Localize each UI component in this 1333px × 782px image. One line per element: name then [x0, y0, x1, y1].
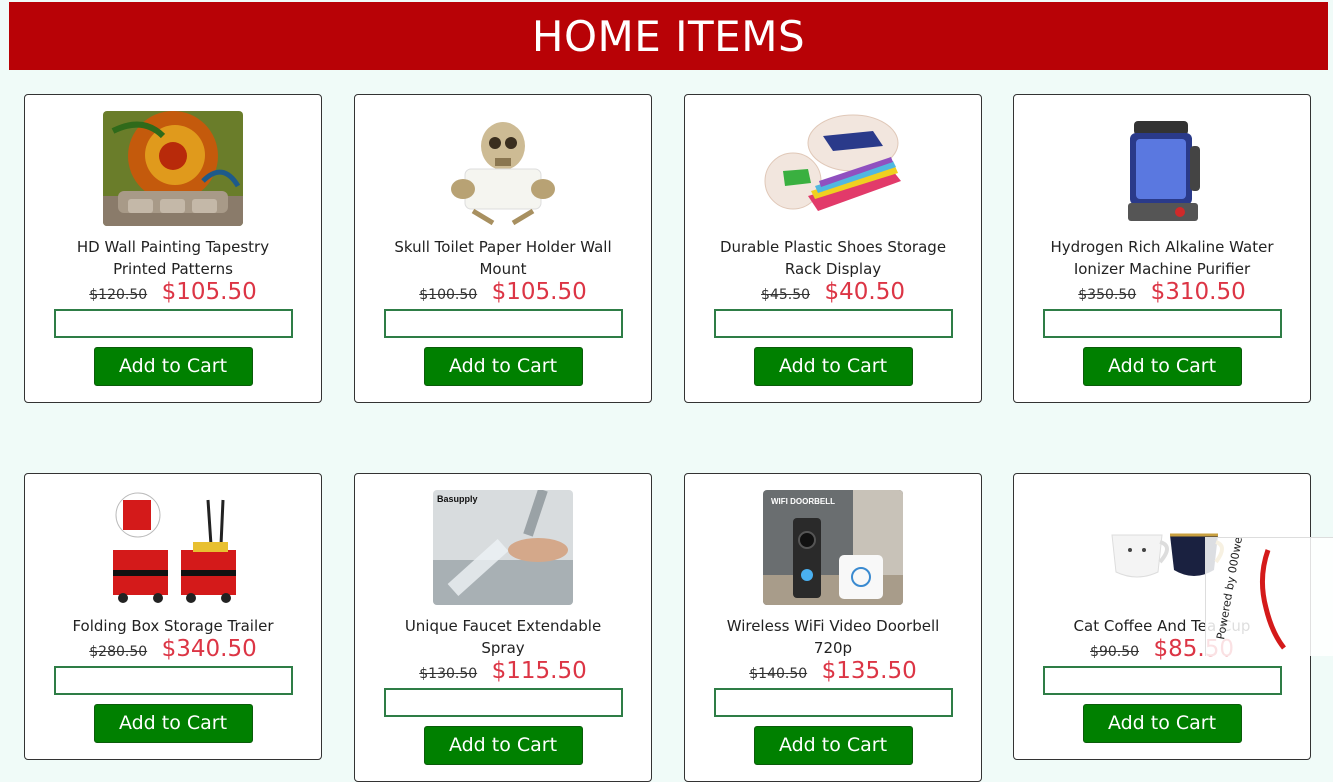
product-name[interactable]: Folding Box Storage Trailer	[53, 615, 293, 637]
faucet-image[interactable]: Basupply	[433, 490, 573, 605]
watermark-text: Powered by 000webhost	[1214, 538, 1250, 641]
add-to-cart-button[interactable]: Add to Cart	[423, 726, 583, 765]
water-ionizer-image[interactable]	[1092, 111, 1232, 226]
page-title: HOME ITEMS	[531, 11, 806, 61]
add-to-cart-button[interactable]: Add to Cart	[1082, 704, 1242, 743]
sale-price: $340.50	[161, 636, 257, 662]
quantity-input[interactable]	[1042, 666, 1282, 695]
old-price: $140.50	[749, 666, 808, 682]
product-name[interactable]: Hydrogen Rich Alkaline Water Ionizer Mac…	[1042, 236, 1282, 280]
quantity-input[interactable]	[713, 309, 953, 338]
hosting-watermark[interactable]: Powered by 000webhost	[1205, 505, 1333, 656]
sale-price: $135.50	[821, 658, 917, 684]
add-to-cart-button[interactable]: Add to Cart	[93, 704, 253, 743]
doorbell-image[interactable]: WIFI DOORBELL	[763, 490, 903, 605]
product-card: Folding Box Storage Trailer $280.50 $340…	[24, 473, 322, 760]
old-price: $350.50	[1078, 287, 1137, 303]
quantity-input[interactable]	[383, 688, 623, 717]
product-name[interactable]: Unique Faucet Extendable Spray	[383, 615, 623, 659]
product-name[interactable]: HD Wall Painting Tapestry Printed Patter…	[53, 236, 293, 280]
quantity-input[interactable]	[53, 666, 293, 695]
quantity-input[interactable]	[713, 688, 953, 717]
skull-holder-image[interactable]	[433, 111, 573, 226]
product-name[interactable]: Skull Toilet Paper Holder Wall Mount	[383, 236, 623, 280]
old-price: $120.50	[89, 287, 148, 303]
quantity-input[interactable]	[53, 309, 293, 338]
product-card: HD Wall Painting Tapestry Printed Patter…	[24, 94, 322, 403]
add-to-cart-button[interactable]: Add to Cart	[753, 347, 913, 386]
quantity-input[interactable]	[1042, 309, 1282, 338]
old-price: $280.50	[89, 644, 148, 660]
old-price: $45.50	[761, 287, 811, 303]
shoe-rack-image[interactable]	[763, 111, 903, 226]
product-card: Skull Toilet Paper Holder Wall Mount $10…	[354, 94, 652, 403]
faucet-image-label: Basupply	[437, 494, 478, 504]
sale-price: $40.50	[824, 279, 905, 305]
storage-trailer-image[interactable]	[103, 490, 243, 605]
old-price: $90.50	[1090, 644, 1140, 660]
sale-price: $115.50	[491, 658, 587, 684]
add-to-cart-button[interactable]: Add to Cart	[423, 347, 583, 386]
product-card: Hydrogen Rich Alkaline Water Ionizer Mac…	[1013, 94, 1311, 403]
product-name[interactable]: Wireless WiFi Video Doorbell 720p	[713, 615, 953, 659]
sale-price: $310.50	[1150, 279, 1246, 305]
product-card: WIFI DOORBELL Wireless WiFi Video Doorbe…	[684, 473, 982, 782]
product-card: Basupply Unique Faucet Extendable Spray …	[354, 473, 652, 782]
product-name[interactable]: Durable Plastic Shoes Storage Rack Displ…	[713, 236, 953, 280]
quantity-input[interactable]	[383, 309, 623, 338]
product-card: Durable Plastic Shoes Storage Rack Displ…	[684, 94, 982, 403]
add-to-cart-button[interactable]: Add to Cart	[753, 726, 913, 765]
old-price: $100.50	[419, 287, 478, 303]
add-to-cart-button[interactable]: Add to Cart	[93, 347, 253, 386]
host-logo-icon	[1260, 549, 1286, 650]
sale-price: $105.50	[491, 279, 587, 305]
add-to-cart-button[interactable]: Add to Cart	[1082, 347, 1242, 386]
old-price: $130.50	[419, 666, 478, 682]
page-header: HOME ITEMS	[9, 2, 1328, 70]
wall-painting-image[interactable]	[103, 111, 243, 226]
sale-price: $105.50	[161, 279, 257, 305]
doorbell-image-label: WIFI DOORBELL	[771, 497, 835, 506]
